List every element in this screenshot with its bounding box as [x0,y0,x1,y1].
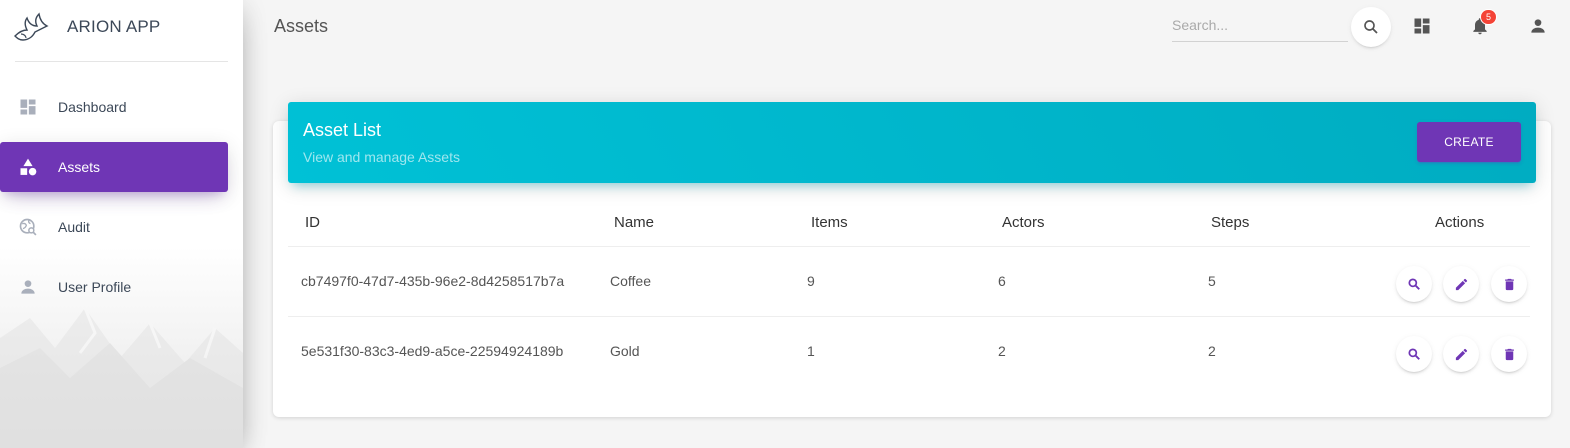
sidebar-nav: Dashboard Assets Audit User Profile [0,82,243,312]
column-header-actors: Actors [1002,214,1045,231]
search-button[interactable] [1351,7,1391,47]
asset-items: 9 [807,273,815,289]
category-icon [18,157,38,177]
asset-name: Coffee [610,273,651,289]
notification-badge: 5 [1480,9,1497,25]
create-button[interactable]: CREATE [1417,122,1521,162]
sidebar-item-label: Audit [58,219,90,235]
card-header: Asset List View and manage Assets CREATE [288,102,1536,183]
trash-icon [1504,348,1514,360]
asset-id: cb7497f0-47d7-435b-96e2-8d4258517b7a [301,273,565,289]
asset-items: 1 [807,343,815,359]
sidebar-item-label: Dashboard [58,99,127,115]
brand[interactable]: ARION APP [14,0,228,62]
pegasus-logo-icon [14,12,49,41]
asset-id: 5e531f30-83c3-4ed9-a5ce-22594924189b [301,343,564,359]
column-header-actions: Actions [1435,214,1485,231]
edit-button[interactable] [1443,336,1479,372]
sidebar-item-dashboard[interactable]: Dashboard [0,82,228,132]
asset-actors: 6 [998,273,1006,289]
delete-button[interactable] [1491,336,1527,372]
view-button[interactable] [1396,336,1432,372]
asset-table: ID Name Items Actors Steps Actions cb749… [288,198,1530,387]
column-header-id: ID [305,214,320,231]
search-icon [1408,348,1420,360]
dashboard-icon [18,97,38,117]
view-button[interactable] [1396,266,1432,302]
table-row: 5e531f30-83c3-4ed9-a5ce-22594924189b Gol… [288,317,1530,387]
asset-steps: 2 [1208,343,1216,359]
table-row: cb7497f0-47d7-435b-96e2-8d4258517b7a Cof… [288,247,1530,317]
page-title: Assets [274,16,329,36]
trash-icon [1504,278,1514,290]
sidebar: ARION APP Dashboard Assets Audit User Pr… [0,0,243,448]
asset-name: Gold [610,343,640,359]
sidebar-item-audit[interactable]: Audit [0,202,228,252]
card-subtitle: View and manage Assets [303,149,460,165]
edit-button[interactable] [1443,266,1479,302]
person-icon [1531,19,1545,33]
pencil-icon [1455,348,1467,360]
card-title: Asset List [303,120,382,140]
person-icon [18,277,38,297]
travel-explore-icon [18,217,38,237]
sidebar-item-label: Assets [58,159,101,175]
app-name: ARION APP [67,17,161,36]
sidebar-item-assets[interactable]: Assets [0,142,228,192]
sidebar-item-user-profile[interactable]: User Profile [0,262,228,312]
delete-button[interactable] [1491,266,1527,302]
sidebar-item-label: User Profile [58,279,132,295]
search-icon [1408,278,1420,290]
search-icon [1364,20,1378,34]
asset-steps: 5 [1208,273,1216,289]
column-header-steps: Steps [1211,214,1250,231]
table-header-row: ID Name Items Actors Steps Actions [288,198,1530,247]
dashboard-icon [1414,18,1430,34]
column-header-name: Name [614,214,655,231]
user-menu-button[interactable] [1528,16,1548,36]
search-field[interactable] [1172,10,1348,42]
asset-actors: 2 [998,343,1006,359]
search-input[interactable] [1172,10,1348,40]
dashboard-button[interactable] [1412,16,1432,36]
pencil-icon [1455,278,1467,290]
column-header-items: Items [811,214,848,231]
